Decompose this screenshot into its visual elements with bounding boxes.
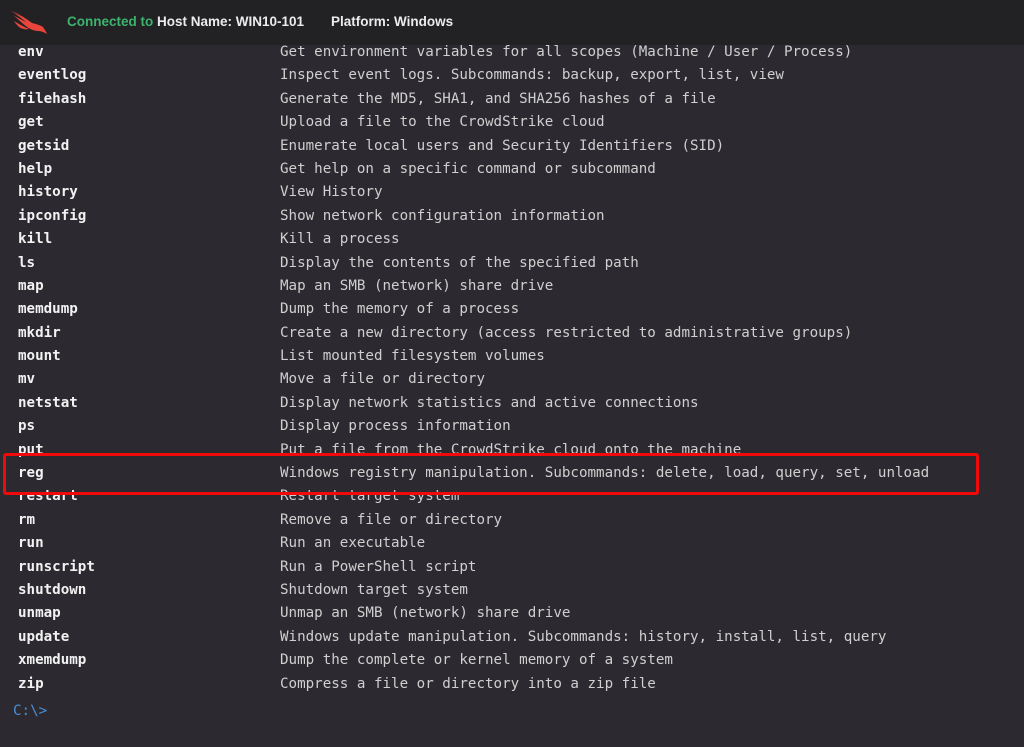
- command-name: ps: [18, 418, 36, 435]
- command-description: Display network statistics and active co…: [280, 394, 699, 411]
- command-name: rm: [18, 511, 36, 528]
- command-description: View History: [280, 184, 383, 201]
- command-description: Enumerate local users and Security Ident…: [280, 137, 725, 154]
- command-row: mv Move a file or directory: [0, 368, 1024, 391]
- command-description: Windows update manipulation. Subcommands…: [280, 628, 887, 645]
- command-row: unmap Unmap an SMB (network) share drive: [0, 602, 1024, 625]
- command-row: xmemdump Dump the complete or kernel memo…: [0, 649, 1024, 672]
- command-description: Restart target system: [280, 488, 460, 505]
- command-name: runscript: [18, 558, 95, 575]
- command-row: map Map an SMB (network) share drive: [0, 275, 1024, 298]
- command-name: get: [18, 114, 44, 131]
- command-description: Get environment variables for all scopes…: [280, 44, 853, 60]
- command-description: Shutdown target system: [280, 581, 468, 598]
- command-description: List mounted filesystem volumes: [280, 348, 545, 365]
- command-row: netstat Display network statistics and ac…: [0, 392, 1024, 415]
- command-description: Upload a file to the CrowdStrike cloud: [280, 114, 605, 131]
- command-row-highlighted: reg Windows registry manipulation. Subcom…: [0, 462, 1024, 485]
- command-row: rm Remove a file or directory: [0, 509, 1024, 532]
- command-name: reg: [18, 465, 44, 482]
- command-description: Move a file or directory: [280, 371, 485, 388]
- command-row: runscript Run a PowerShell script: [0, 556, 1024, 579]
- command-name: zip: [18, 675, 44, 692]
- command-name: mv: [18, 371, 36, 388]
- command-row: shutdown Shutdown target system: [0, 579, 1024, 602]
- command-name: memdump: [18, 301, 78, 318]
- command-row: get Upload a file to the CrowdStrike clou…: [0, 111, 1024, 134]
- crowdstrike-falcon-icon: [8, 9, 47, 34]
- command-description: Display process information: [280, 418, 511, 435]
- command-description: Unmap an SMB (network) share drive: [280, 605, 571, 622]
- command-description: Run an executable: [280, 535, 426, 552]
- command-row: restart Restart target system: [0, 485, 1024, 508]
- command-name: ls: [18, 254, 36, 271]
- command-row: help Get help on a specific command or su…: [0, 158, 1024, 181]
- command-row: update Windows update manipulation. Subco…: [0, 626, 1024, 649]
- command-description: Dump the complete or kernel memory of a …: [280, 652, 673, 669]
- command-name: eventlog: [18, 67, 87, 84]
- command-row: history View History: [0, 181, 1024, 204]
- command-name: getsid: [18, 137, 70, 154]
- command-description: Inspect event logs. Subcommands: backup,…: [280, 67, 784, 84]
- command-name: map: [18, 277, 44, 294]
- command-name: run: [18, 535, 44, 552]
- session-header: Connected to Host Name: WIN10-101 Platfo…: [0, 0, 1024, 45]
- command-name: mkdir: [18, 324, 61, 341]
- command-row: kill Kill a process: [0, 228, 1024, 251]
- command-description: Remove a file or directory: [280, 511, 503, 528]
- command-row: ls Display the contents of the specified …: [0, 252, 1024, 275]
- command-name: ipconfig: [18, 207, 87, 224]
- command-name: mount: [18, 348, 61, 365]
- command-name: xmemdump: [18, 652, 87, 669]
- command-row: filehash Generate the MD5, SHA1, and SHA2…: [0, 88, 1024, 111]
- command-row: ps Display process information: [0, 415, 1024, 438]
- command-description: Display the contents of the specified pa…: [280, 254, 639, 271]
- command-description: Compress a file or directory into a zip …: [280, 675, 656, 692]
- command-row: put Put a file from the CrowdStrike cloud…: [0, 439, 1024, 462]
- command-prompt[interactable]: C:\>: [13, 703, 47, 719]
- command-row: mkdir Create a new directory (access rest…: [0, 322, 1024, 345]
- command-description: Dump the memory of a process: [280, 301, 520, 318]
- command-description: Get help on a specific command or subcom…: [280, 160, 656, 177]
- command-description: Kill a process: [280, 231, 400, 248]
- command-row: eventlog Inspect event logs. Subcommands:…: [0, 64, 1024, 87]
- command-description: Show network configuration information: [280, 207, 605, 224]
- command-row: env Get environment variables for all sco…: [0, 41, 1024, 64]
- command-name: unmap: [18, 605, 61, 622]
- command-name: netstat: [18, 394, 78, 411]
- command-description: Put a file from the CrowdStrike cloud on…: [280, 441, 742, 458]
- command-description: Run a PowerShell script: [280, 558, 477, 575]
- host-name: Host Name: WIN10-101: [157, 14, 305, 29]
- command-name: kill: [18, 231, 53, 248]
- connection-status: Connected to Host Name: WIN10-101: [67, 14, 304, 29]
- command-name: update: [18, 628, 70, 645]
- platform-label: Platform: Windows: [331, 14, 454, 29]
- command-description: Create a new directory (access restricte…: [280, 324, 853, 341]
- command-description: Map an SMB (network) share drive: [280, 277, 554, 294]
- command-name: put: [18, 441, 44, 458]
- command-row: mount List mounted filesystem volumes: [0, 345, 1024, 368]
- command-row: getsid Enumerate local users and Security…: [0, 135, 1024, 158]
- terminal-output: env Get environment variables for all sco…: [0, 41, 1024, 696]
- command-name: history: [18, 184, 78, 201]
- command-row: memdump Dump the memory of a process: [0, 298, 1024, 321]
- command-name: filehash: [18, 90, 87, 107]
- connected-label: Connected to: [67, 14, 154, 29]
- command-name: shutdown: [18, 581, 87, 598]
- command-description: Windows registry manipulation. Subcomman…: [280, 465, 930, 482]
- command-description: Generate the MD5, SHA1, and SHA256 hashe…: [280, 90, 716, 107]
- command-row: zip Compress a file or directory into a z…: [0, 673, 1024, 696]
- command-name: env: [18, 44, 44, 60]
- command-name: restart: [18, 488, 78, 505]
- command-name: help: [18, 160, 53, 177]
- command-row: ipconfig Show network configuration infor…: [0, 205, 1024, 228]
- command-row: run Run an executable: [0, 532, 1024, 555]
